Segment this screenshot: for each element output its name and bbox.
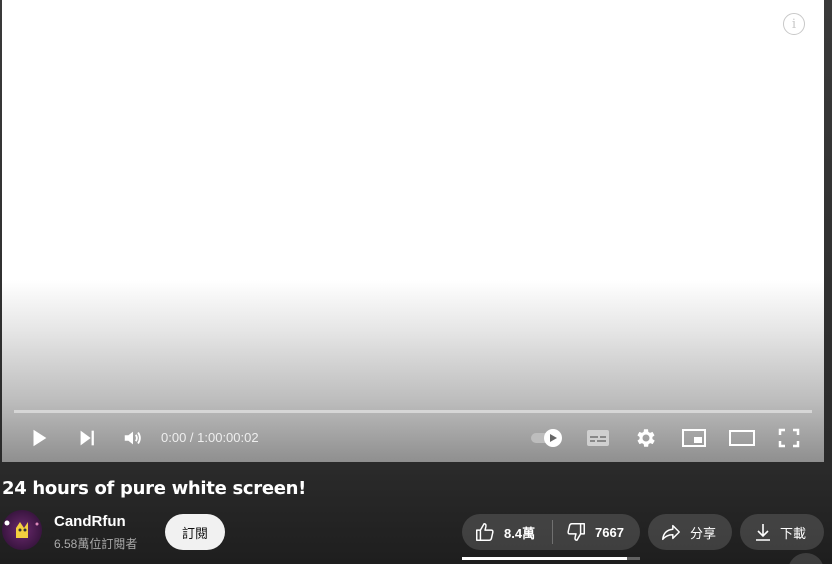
play-button[interactable] bbox=[24, 420, 54, 456]
more-actions-button[interactable] bbox=[788, 553, 824, 564]
volume-button[interactable] bbox=[118, 420, 148, 456]
theater-mode-button[interactable] bbox=[726, 420, 758, 456]
fullscreen-button[interactable] bbox=[774, 420, 804, 456]
channel-name[interactable]: CandRfun bbox=[54, 513, 126, 530]
player-controls: 0:00 / 1:00:00:02 bbox=[2, 420, 824, 456]
channel-avatar[interactable] bbox=[2, 510, 42, 550]
miniplayer-icon bbox=[682, 429, 706, 447]
miniplayer-button[interactable] bbox=[679, 420, 709, 456]
info-icon[interactable]: i bbox=[783, 13, 805, 35]
subtitles-icon bbox=[587, 430, 609, 446]
thumbs-down-icon bbox=[567, 523, 585, 541]
actions-scroll-indicator-fill bbox=[462, 557, 627, 560]
download-icon bbox=[756, 524, 770, 541]
share-button[interactable]: 分享 bbox=[648, 514, 732, 550]
next-icon bbox=[80, 430, 94, 446]
share-icon bbox=[662, 524, 680, 541]
volume-icon bbox=[124, 431, 141, 445]
dislike-count: 7667 bbox=[595, 524, 624, 540]
time-display: 0:00 / 1:00:00:02 bbox=[161, 430, 259, 445]
autoplay-toggle-icon bbox=[531, 429, 562, 447]
dislike-button[interactable]: 7667 bbox=[553, 514, 624, 550]
like-button[interactable]: 8.4萬 bbox=[462, 514, 552, 550]
download-label: 下載 bbox=[780, 525, 807, 541]
theater-mode-icon bbox=[729, 430, 755, 446]
settings-button[interactable] bbox=[632, 420, 660, 456]
subscriber-count: 6.58萬位訂閱者 bbox=[54, 537, 138, 551]
download-button[interactable]: 下載 bbox=[740, 514, 824, 550]
avatar-image bbox=[4, 520, 39, 538]
video-title: 24 hours of pure white screen! bbox=[2, 478, 307, 499]
subscribe-button[interactable]: 訂閱 bbox=[165, 514, 225, 550]
subtitles-button[interactable] bbox=[584, 420, 612, 456]
share-label: 分享 bbox=[690, 525, 717, 541]
gear-icon bbox=[637, 429, 655, 447]
like-count: 8.4萬 bbox=[504, 525, 536, 541]
play-icon bbox=[33, 429, 47, 447]
actions-scroll-indicator bbox=[462, 557, 640, 560]
progress-bar[interactable] bbox=[14, 410, 812, 413]
next-button[interactable] bbox=[72, 420, 102, 456]
thumbs-up-icon bbox=[476, 523, 494, 541]
video-player[interactable]: i 0:00 / 1:00:00:02 bbox=[2, 0, 824, 462]
autoplay-toggle[interactable] bbox=[528, 420, 566, 456]
fullscreen-icon bbox=[778, 428, 800, 448]
like-dislike-group: 8.4萬 7667 bbox=[462, 514, 640, 550]
